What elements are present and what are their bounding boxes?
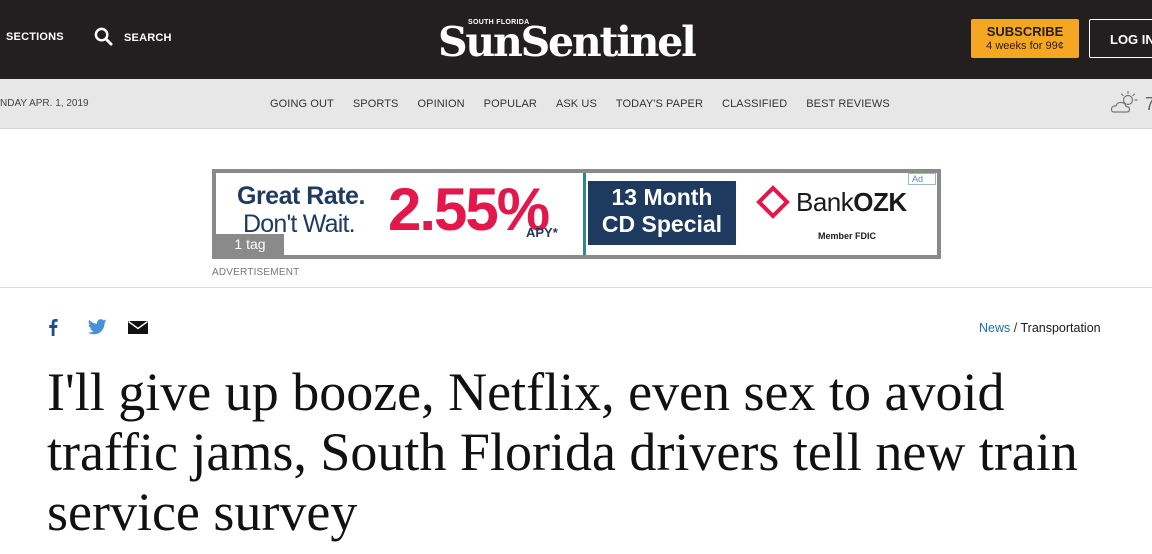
search-icon xyxy=(94,27,113,46)
partly-sunny-icon xyxy=(1110,90,1138,113)
twitter-icon xyxy=(87,319,107,335)
share-bar xyxy=(48,318,148,341)
bank-ozk-diamond-icon xyxy=(756,185,790,219)
bank-name-a: Bank xyxy=(796,186,854,217)
breadcrumb-transportation-link[interactable]: Transportation xyxy=(1020,321,1100,335)
advertisement-label: ADVERTISEMENT xyxy=(212,267,300,278)
top-header: SECTIONS SEARCH SOUTH FLORIDA SunSentine… xyxy=(0,0,1152,79)
logo-wordmark: SunSentinel xyxy=(438,18,697,66)
search-button[interactable]: SEARCH xyxy=(94,27,172,46)
nav-link-going-out[interactable]: GOING OUT xyxy=(270,98,334,110)
bank-name: BankOZK xyxy=(796,187,907,218)
current-date: NDAY APR. 1, 2019 xyxy=(0,98,89,109)
ad-cd-line-2: CD Special xyxy=(601,211,723,237)
nav-bar: NDAY APR. 1, 2019 GOING OUT SPORTS OPINI… xyxy=(0,79,1152,129)
ad-cd-box: 13 Month CD Special xyxy=(588,181,736,245)
nav-link-opinion[interactable]: OPINION xyxy=(418,98,465,110)
bank-ozk-logo: BankOZK xyxy=(756,185,907,219)
subscribe-button[interactable]: SUBSCRIBE 4 weeks for 99¢ xyxy=(971,19,1079,58)
ad-headline-1: Great Rate. xyxy=(237,182,365,210)
breadcrumb-news-link[interactable]: News xyxy=(979,321,1010,335)
divider-line xyxy=(0,287,1152,288)
nav-link-classified[interactable]: CLASSIFIED xyxy=(722,98,787,110)
facebook-icon xyxy=(49,319,58,336)
facebook-share-button[interactable] xyxy=(48,318,58,341)
subscribe-label: SUBSCRIBE xyxy=(986,24,1064,39)
login-button[interactable]: LOG IN xyxy=(1089,19,1152,58)
nav-link-ask-us[interactable]: ASK US xyxy=(556,98,597,110)
twitter-share-button[interactable] xyxy=(87,319,107,340)
ad-cd-line-1: 13 Month xyxy=(611,184,713,210)
article-headline: I'll give up booze, Netflix, even sex to… xyxy=(47,362,1078,542)
breadcrumb: News / Transportation xyxy=(979,321,1101,335)
breadcrumb-separator: / xyxy=(1013,321,1018,335)
ad-tag-label: 1 tag xyxy=(216,234,284,255)
nav-link-best-reviews[interactable]: BEST REVIEWS xyxy=(806,98,890,110)
ad-badge-label: Ad xyxy=(912,174,924,184)
ad-fdic: Member FDIC xyxy=(818,231,877,241)
weather-widget[interactable] xyxy=(1110,90,1140,120)
ad-divider xyxy=(583,173,586,255)
bank-name-b: OZK xyxy=(853,186,907,217)
nav-link-todays-paper[interactable]: TODAY'S PAPER xyxy=(616,98,703,110)
nav-link-popular[interactable]: POPULAR xyxy=(484,98,537,110)
site-logo[interactable]: SOUTH FLORIDA SunSentinel xyxy=(438,14,714,66)
ad-rate: 2.55% xyxy=(388,176,550,243)
sections-menu-button[interactable]: SECTIONS xyxy=(6,31,64,43)
bank-ozk-ad[interactable]: Great Rate. Don't Wait. 2.55% APY* 13 Mo… xyxy=(212,169,941,259)
ad-choices-badge[interactable]: Ad xyxy=(908,173,936,185)
nav-link-sports[interactable]: SPORTS xyxy=(353,98,399,110)
search-label: SEARCH xyxy=(124,32,172,44)
email-share-button[interactable] xyxy=(128,320,148,339)
nav-links: GOING OUT SPORTS OPINION POPULAR ASK US … xyxy=(270,98,909,110)
subscribe-offer: 4 weeks for 99¢ xyxy=(986,40,1064,52)
temperature: 7 xyxy=(1145,94,1152,114)
ad-apy: APY* xyxy=(526,225,558,240)
login-label: LOG IN xyxy=(1110,32,1152,47)
email-icon xyxy=(128,320,148,334)
